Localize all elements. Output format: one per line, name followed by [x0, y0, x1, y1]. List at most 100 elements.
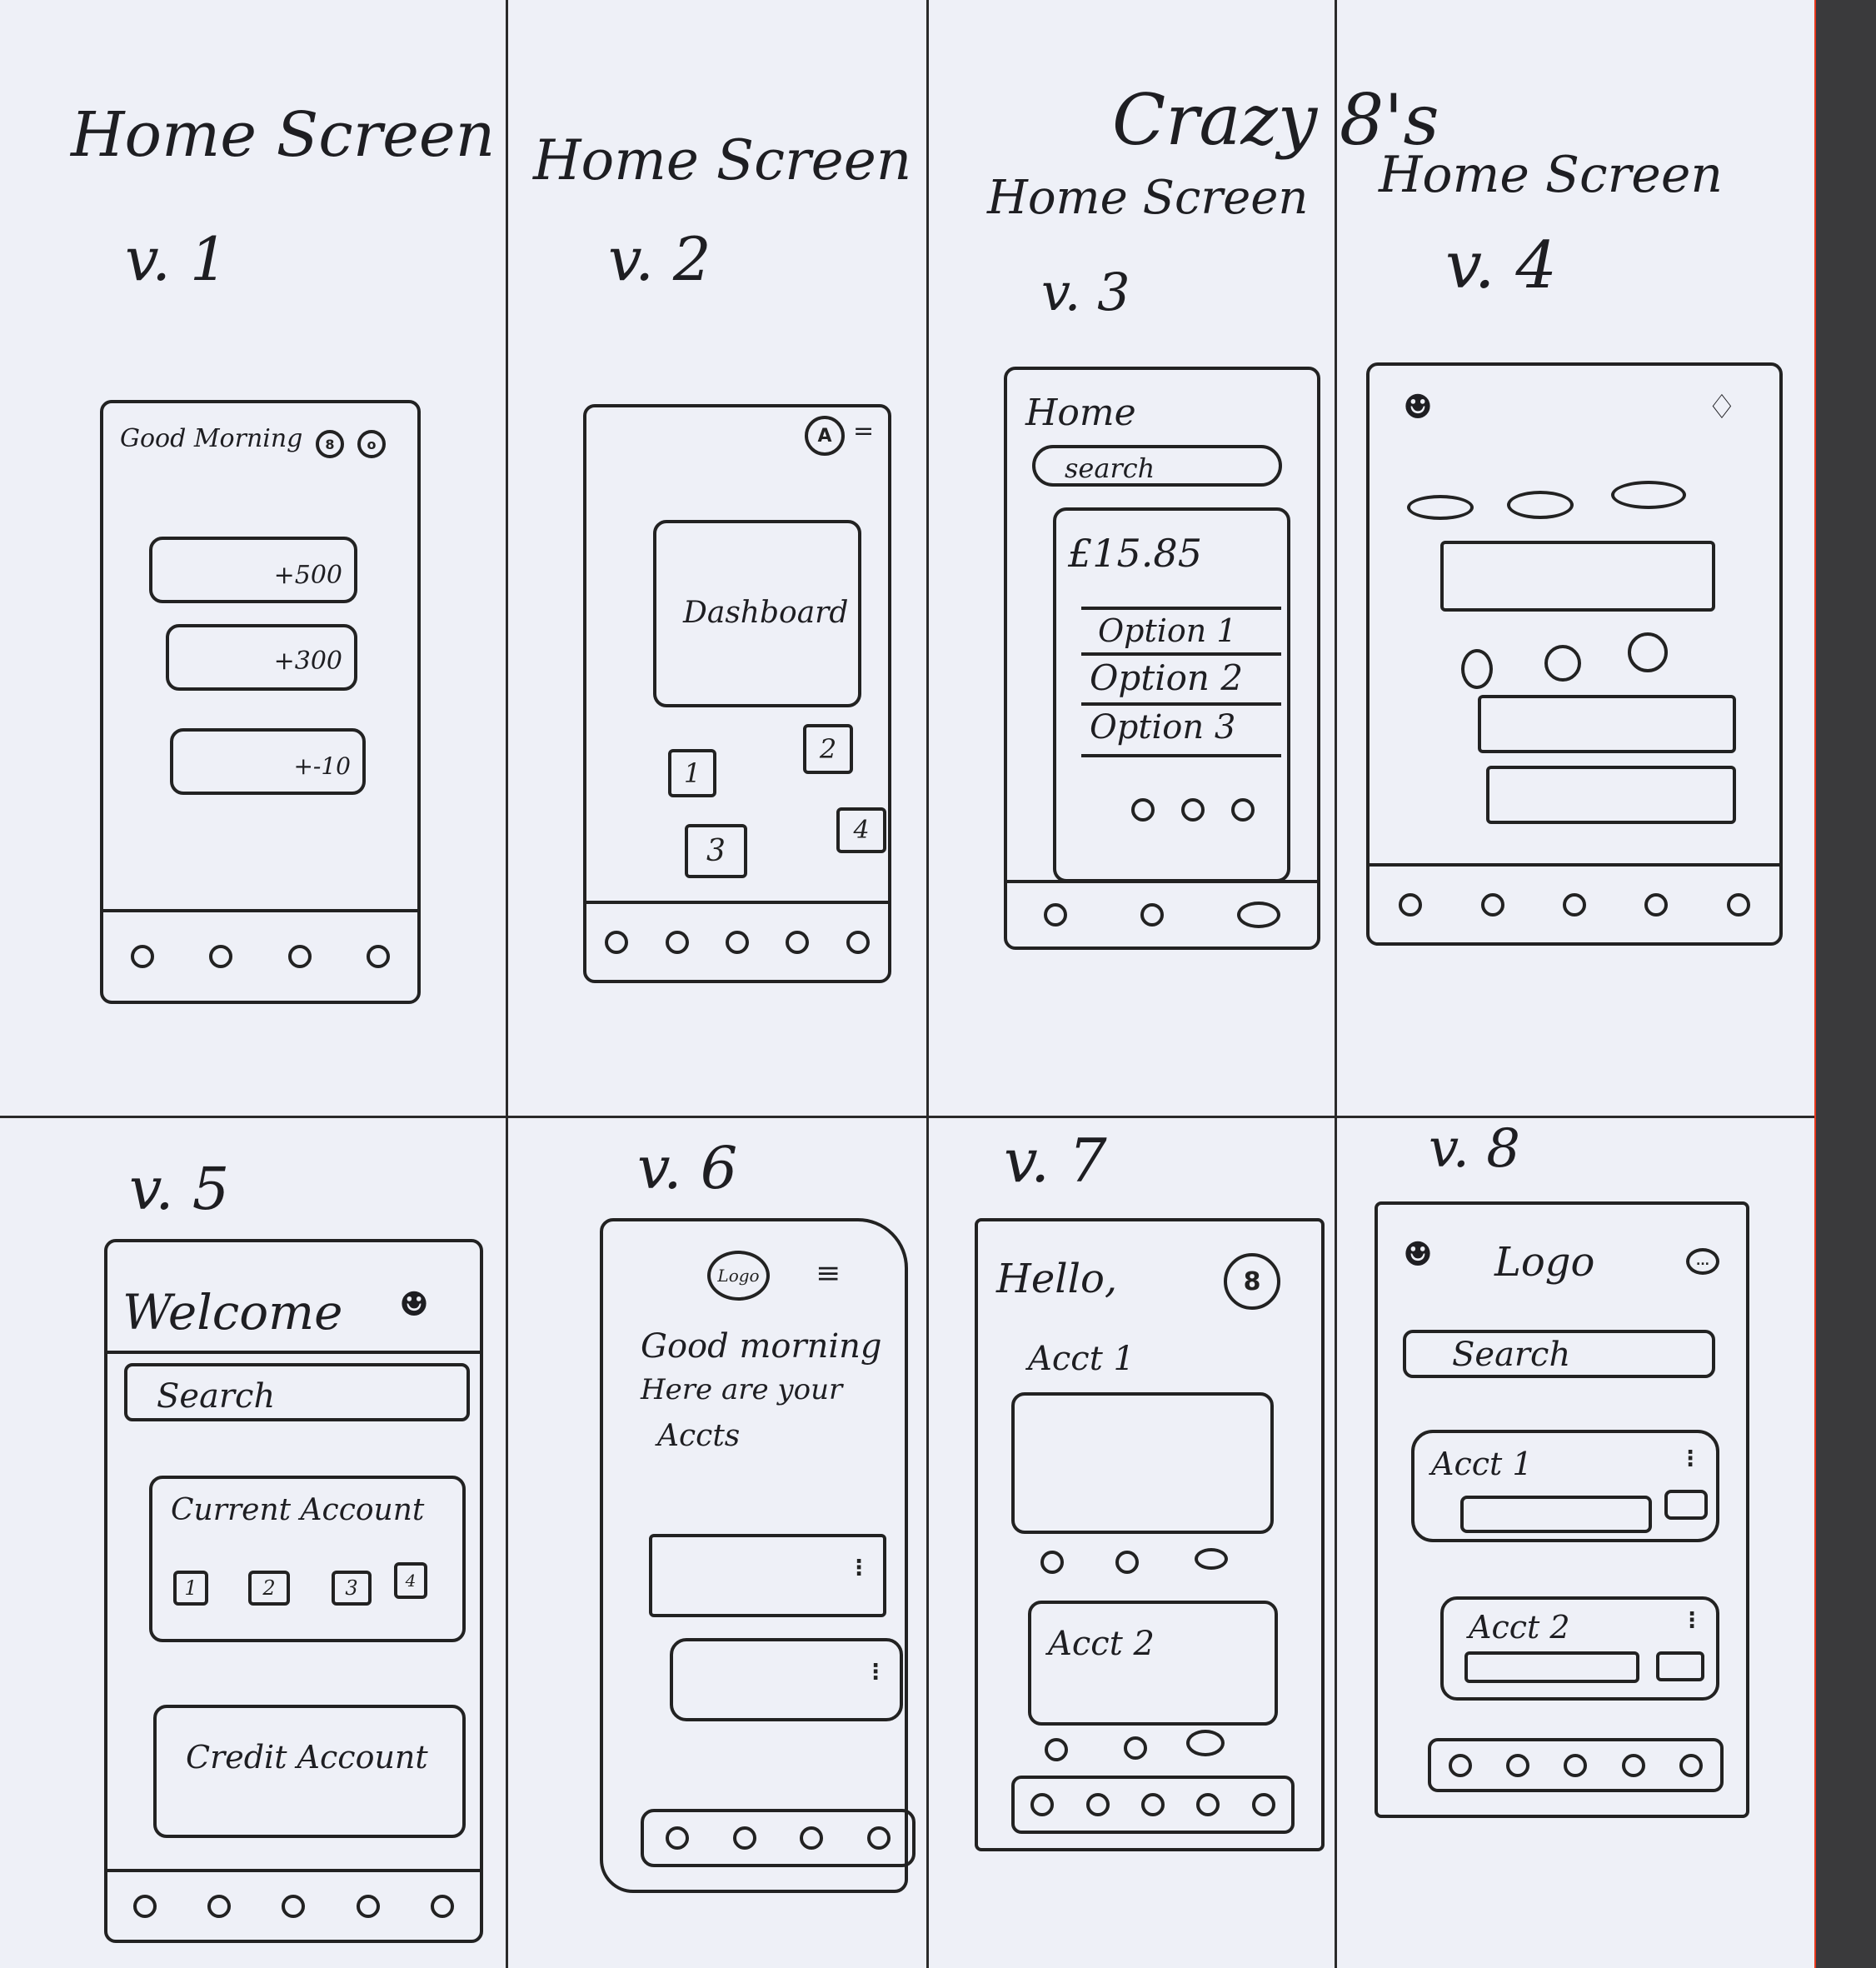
sketch-title: Home Screen — [987, 171, 1309, 225]
tile-button[interactable]: 2 — [803, 724, 853, 774]
content-card[interactable] — [1440, 541, 1715, 612]
nav-icon[interactable] — [366, 945, 390, 968]
account-card[interactable]: Acct 2 — [1028, 1601, 1278, 1726]
profile-icon[interactable]: 8 — [316, 430, 344, 458]
kebab-menu-icon[interactable]: ⋮ — [848, 1556, 870, 1581]
content-card[interactable] — [1486, 766, 1736, 824]
nav-icon[interactable] — [1140, 1793, 1165, 1816]
kebab-menu-icon[interactable]: ⋮ — [1681, 1608, 1703, 1633]
search-input[interactable]: Search — [124, 1363, 470, 1421]
pager-dot[interactable] — [1131, 798, 1155, 822]
nav-icon[interactable] — [666, 1826, 690, 1850]
search-input[interactable]: Search — [1403, 1330, 1715, 1378]
nav-icon[interactable] — [1140, 903, 1164, 927]
avatar-icon[interactable]: A — [805, 416, 845, 456]
nav-icon[interactable] — [1085, 1793, 1110, 1816]
nav-icon[interactable] — [132, 1894, 157, 1918]
user-icon[interactable]: ☻ — [1403, 391, 1433, 424]
pager-dot[interactable] — [1181, 798, 1205, 822]
pager-dot[interactable] — [1040, 1551, 1064, 1574]
nav-icon[interactable] — [1251, 1793, 1275, 1816]
account-card[interactable]: ⋮ — [649, 1534, 886, 1617]
credit-account-card[interactable]: Credit Account — [153, 1705, 466, 1838]
nav-icon[interactable] — [1726, 892, 1750, 917]
notification-icon[interactable]: o — [357, 430, 386, 458]
user-icon[interactable]: ☻ — [1403, 1238, 1433, 1271]
pager-dot[interactable] — [1124, 1736, 1147, 1760]
chat-icon[interactable]: ... — [1686, 1248, 1719, 1275]
nav-icon[interactable] — [207, 1894, 232, 1918]
filter-chip[interactable] — [1611, 481, 1686, 509]
phone-frame: Home search £15.85 Option 1 Option 2 Opt… — [1004, 367, 1320, 950]
action-button[interactable] — [1656, 1651, 1704, 1681]
logo-text: Logo — [1494, 1239, 1595, 1286]
tile-button[interactable]: 4 — [836, 807, 886, 853]
tile-button[interactable]: 1 — [173, 1571, 208, 1606]
nav-icon[interactable] — [725, 930, 749, 954]
menu-icon[interactable]: = — [853, 419, 874, 444]
nav-icon[interactable] — [605, 930, 629, 954]
nav-icon[interactable] — [800, 1826, 824, 1850]
pager-dot[interactable] — [1186, 1730, 1225, 1756]
current-account-card[interactable]: Current Account 1 2 3 4 — [149, 1476, 466, 1642]
tile-button[interactable]: 1 — [668, 749, 716, 797]
pager-dot[interactable] — [1115, 1551, 1139, 1574]
kebab-menu-icon[interactable]: ⋮ — [865, 1660, 886, 1685]
pager-dot[interactable] — [1195, 1548, 1228, 1570]
option-item[interactable]: Option 1 — [1098, 615, 1237, 647]
nav-icon[interactable] — [1564, 1753, 1588, 1777]
option-item[interactable]: Option 3 — [1090, 711, 1235, 744]
bell-icon[interactable]: ♢ — [1707, 391, 1737, 424]
nav-icon[interactable] — [1480, 892, 1504, 917]
quick-action[interactable] — [1544, 645, 1581, 682]
avatar-icon[interactable]: 8 — [1224, 1253, 1280, 1310]
nav-icon[interactable] — [665, 930, 689, 954]
nav-icon[interactable] — [1562, 892, 1586, 917]
nav-icon[interactable] — [131, 945, 155, 968]
kebab-menu-icon[interactable]: ⋮ — [1679, 1446, 1701, 1471]
quick-action[interactable] — [1461, 649, 1493, 689]
nav-icon[interactable] — [1044, 903, 1067, 927]
nav-icon[interactable] — [1030, 1793, 1055, 1816]
pager-dot[interactable] — [1045, 1738, 1068, 1761]
tile-button[interactable]: 2 — [248, 1571, 290, 1606]
tile-button[interactable]: 3 — [685, 824, 747, 878]
tile-button[interactable]: 3 — [332, 1571, 372, 1606]
nav-icon[interactable] — [1506, 1753, 1530, 1777]
nav-icon[interactable] — [356, 1894, 380, 1918]
account-card[interactable]: Acct 2 ⋮ — [1440, 1596, 1719, 1701]
nav-icon[interactable] — [732, 1826, 756, 1850]
content-card[interactable] — [1478, 695, 1736, 753]
nav-icon[interactable] — [1644, 892, 1669, 917]
search-input[interactable]: search — [1032, 445, 1282, 487]
option-item[interactable]: Option 2 — [1090, 661, 1243, 696]
nav-icon[interactable] — [431, 1894, 455, 1918]
account-card[interactable] — [1011, 1392, 1274, 1534]
profile-icon[interactable]: ☻ — [399, 1288, 429, 1321]
account-card[interactable]: Acct 1 ⋮ — [1411, 1430, 1719, 1542]
nav-icon[interactable] — [1196, 1793, 1220, 1816]
nav-icon[interactable] — [1679, 1753, 1704, 1777]
nav-icon[interactable] — [287, 945, 312, 968]
nav-icon[interactable] — [1621, 1753, 1645, 1777]
pager-dot[interactable] — [1231, 798, 1255, 822]
nav-icon[interactable] — [209, 945, 233, 968]
nav-icon[interactable] — [846, 930, 870, 954]
nav-icon[interactable] — [866, 1826, 891, 1850]
nav-icon[interactable] — [1448, 1753, 1472, 1777]
nav-icon[interactable] — [786, 930, 810, 954]
action-button[interactable] — [1664, 1490, 1708, 1520]
menu-icon[interactable]: ≡ — [816, 1259, 841, 1289]
filter-chip[interactable] — [1407, 495, 1474, 520]
quick-action[interactable] — [1628, 632, 1668, 672]
tile-button[interactable]: 4 — [394, 1562, 427, 1599]
amount-card[interactable]: +500 — [149, 537, 357, 603]
amount-card[interactable]: +-10 — [170, 728, 366, 795]
nav-icon[interactable] — [1399, 892, 1423, 917]
amount-card[interactable]: +300 — [166, 624, 357, 691]
nav-icon[interactable] — [1237, 902, 1280, 928]
nav-icon[interactable] — [282, 1894, 306, 1918]
filter-chip[interactable] — [1507, 491, 1574, 519]
account-card[interactable]: ⋮ — [670, 1638, 903, 1721]
dashboard-card[interactable]: Dashboard — [653, 520, 861, 707]
